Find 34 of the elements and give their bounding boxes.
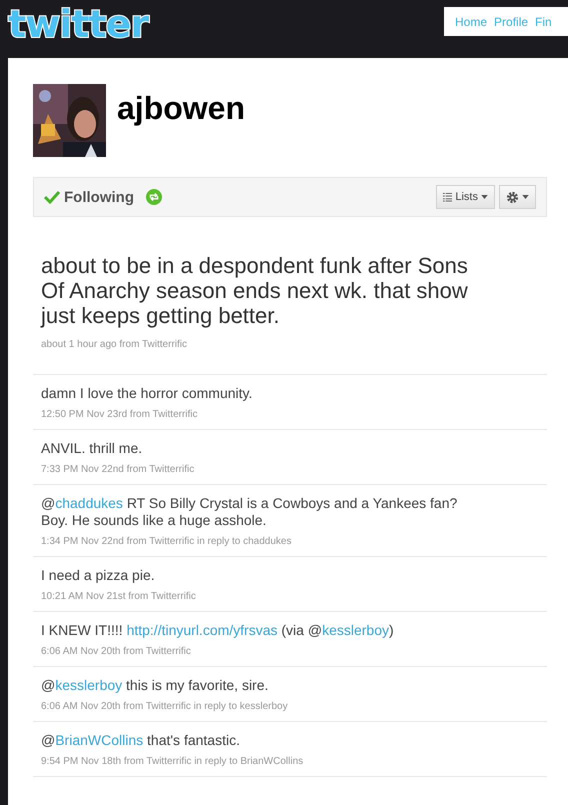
tweet-meta: 1:34 PM Nov 22nd from Twitterrific in reply to chaddukes: [41, 536, 292, 547]
caret-icon: [481, 195, 488, 199]
tweet-meta: 6:06 AM Nov 20th from Twitterrific in reply to kesslerboy: [41, 701, 289, 712]
tweet-link[interactable]: chaddukes: [55, 495, 123, 511]
following-label: Following: [64, 188, 134, 206]
tweet-meta: 12:50 PM Nov 23rd from Twitterrific: [41, 409, 199, 420]
tweet-text: @chaddukes RT So Billy Crystal is a Cowboys and a Yankees fan? Boy. He sounds like a huge asshole.: [41, 495, 458, 529]
nav-link[interactable]: Profile: [494, 14, 528, 28]
tweet-text: @BrianWCollins that's fantastic.: [41, 732, 241, 749]
settings-icon: [506, 190, 519, 204]
tweet-meta: 10:21 AM Nov 21st from Twitterrific: [41, 591, 197, 602]
list-icon: [443, 192, 452, 202]
tweet-meta: about 1 hour ago from Twitterrific: [41, 339, 188, 350]
tweet-text: ANVIL. thrill me.: [41, 440, 144, 457]
tweet-link[interactable]: kesslerboy: [55, 677, 122, 693]
tweet-link[interactable]: kesslerboy: [322, 622, 389, 638]
tweet-meta: 7:33 PM Nov 22nd from Twitterrific: [41, 464, 196, 475]
tweet-text: damn I love the horror community.: [41, 385, 254, 402]
screen-name: ajbowen: [117, 90, 246, 126]
caret-icon: [522, 195, 529, 199]
tweet-text: I need a pizza pie.: [41, 567, 156, 584]
lists-button[interactable]: Lists: [436, 185, 495, 209]
tweet-text: @kesslerboy this is my favorite, sire.: [41, 677, 270, 694]
settings-button[interactable]: [499, 185, 536, 209]
tweet-link[interactable]: BrianWCollins: [55, 732, 144, 748]
featured-tweet-text: about to be in a despondent funk after Sons Of Anarchy season ends next wk. that show just keeps getting better.: [41, 253, 469, 328]
tweet-link[interactable]: http://tinyurl.com/yfrsvas: [126, 622, 278, 638]
tweet-meta: 9:54 PM Nov 18th from Twitterrific in reply to BrianWCollins: [41, 756, 304, 767]
nav-link[interactable]: Fin: [535, 14, 552, 28]
nav-link[interactable]: Home: [455, 14, 488, 28]
tweet-text: I KNEW IT!!!! http://tinyurl.com/yfrsvas (via @kesslerboy): [41, 622, 395, 639]
checkmark-icon: [44, 190, 60, 204]
twitter-logo[interactable]: twitter: [8, 4, 148, 44]
tweet-meta: 6:06 AM Nov 20th from Twitterrific: [41, 646, 192, 657]
